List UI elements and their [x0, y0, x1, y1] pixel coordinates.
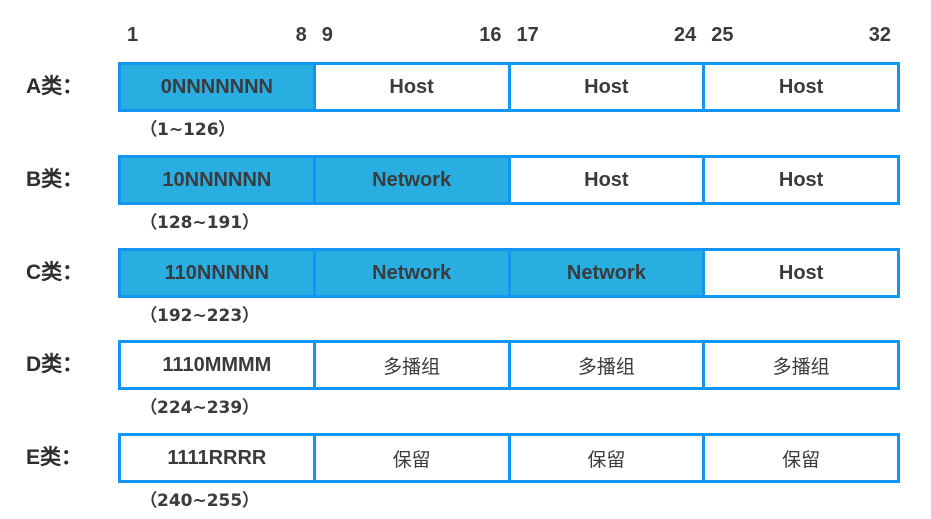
address-octet-bar: 1110MMMM 多播组 多播组 多播组	[118, 340, 900, 390]
bit-range-segment: 18	[121, 20, 313, 50]
octet-cell: 多播组	[510, 343, 703, 387]
address-range-caption: （224~239）	[140, 398, 260, 418]
bit-number-end: 8	[295, 24, 307, 46]
octet-cell: Host	[510, 158, 703, 202]
octet-cell: Network	[510, 251, 703, 295]
octet-cell: Host	[705, 251, 897, 295]
address-octet-bar: 1111RRRR 保留 保留 保留	[118, 433, 900, 483]
octet-cell: 多播组	[705, 343, 897, 387]
bit-number-end: 16	[479, 24, 502, 46]
octet-cell: 1111RRRR	[121, 436, 313, 480]
address-class-label: E类：	[26, 446, 83, 469]
address-octet-bar: 110NNNNN Network Network Host	[118, 248, 900, 298]
ip-address-class-diagram: 1 8 9 16 17 24 25 32 A类： 0NNNNNNN Host Host Host （1~…	[0, 0, 931, 519]
address-class-label: A类：	[26, 75, 84, 98]
bit-number-start: 17	[516, 24, 539, 46]
address-class-row: E类： 1111RRRR 保留 保留 保留	[0, 433, 931, 483]
octet-cell: 10NNNNNN	[121, 158, 313, 202]
octet-cell: Network	[315, 251, 508, 295]
address-range-caption: （240~255）	[140, 491, 260, 511]
octet-cell: 1110MMMM	[121, 343, 313, 387]
address-range-caption: （192~223）	[140, 306, 260, 326]
bit-range-segment: 9 16	[316, 20, 508, 50]
octet-cell: Host	[705, 158, 897, 202]
octet-cell: Host	[705, 65, 897, 109]
bit-number-start: 25	[711, 24, 734, 46]
bit-position-ruler: 1 8 9 16 17 24 25 32	[118, 20, 900, 50]
octet-cell: Host	[510, 65, 703, 109]
bit-number-start: 9	[321, 24, 333, 46]
octet-cell: 0NNNNNNN	[121, 65, 313, 109]
address-octet-bar: 10NNNNNN Network Host Host	[118, 155, 900, 205]
address-class-label: B类：	[26, 168, 84, 191]
octet-cell: Network	[315, 158, 508, 202]
bit-number-end: 24	[674, 24, 697, 46]
address-range-caption: （1~126）	[140, 120, 236, 140]
octet-cell: 多播组	[315, 343, 508, 387]
octet-cell: 110NNNNN	[121, 251, 313, 295]
address-class-row: C类： 110NNNNN Network Network Host	[0, 248, 931, 298]
octet-cell: 保留	[315, 436, 508, 480]
bit-range-segment: 17 24	[511, 20, 703, 50]
address-class-label: D类：	[26, 353, 84, 376]
bit-number-start: 1	[127, 24, 139, 46]
address-class-row: D类： 1110MMMM 多播组 多播组 多播组	[0, 340, 931, 390]
address-class-row: B类： 10NNNNNN Network Host Host	[0, 155, 931, 205]
address-class-row: A类： 0NNNNNNN Host Host Host	[0, 62, 931, 112]
octet-cell: 保留	[510, 436, 703, 480]
bit-range-segment: 25 32	[705, 20, 897, 50]
address-range-caption: （128~191）	[140, 213, 260, 233]
address-octet-bar: 0NNNNNNN Host Host Host	[118, 62, 900, 112]
address-class-label: C类：	[26, 261, 84, 284]
bit-number-end: 32	[868, 24, 891, 46]
octet-cell: 保留	[705, 436, 897, 480]
octet-cell: Host	[315, 65, 508, 109]
